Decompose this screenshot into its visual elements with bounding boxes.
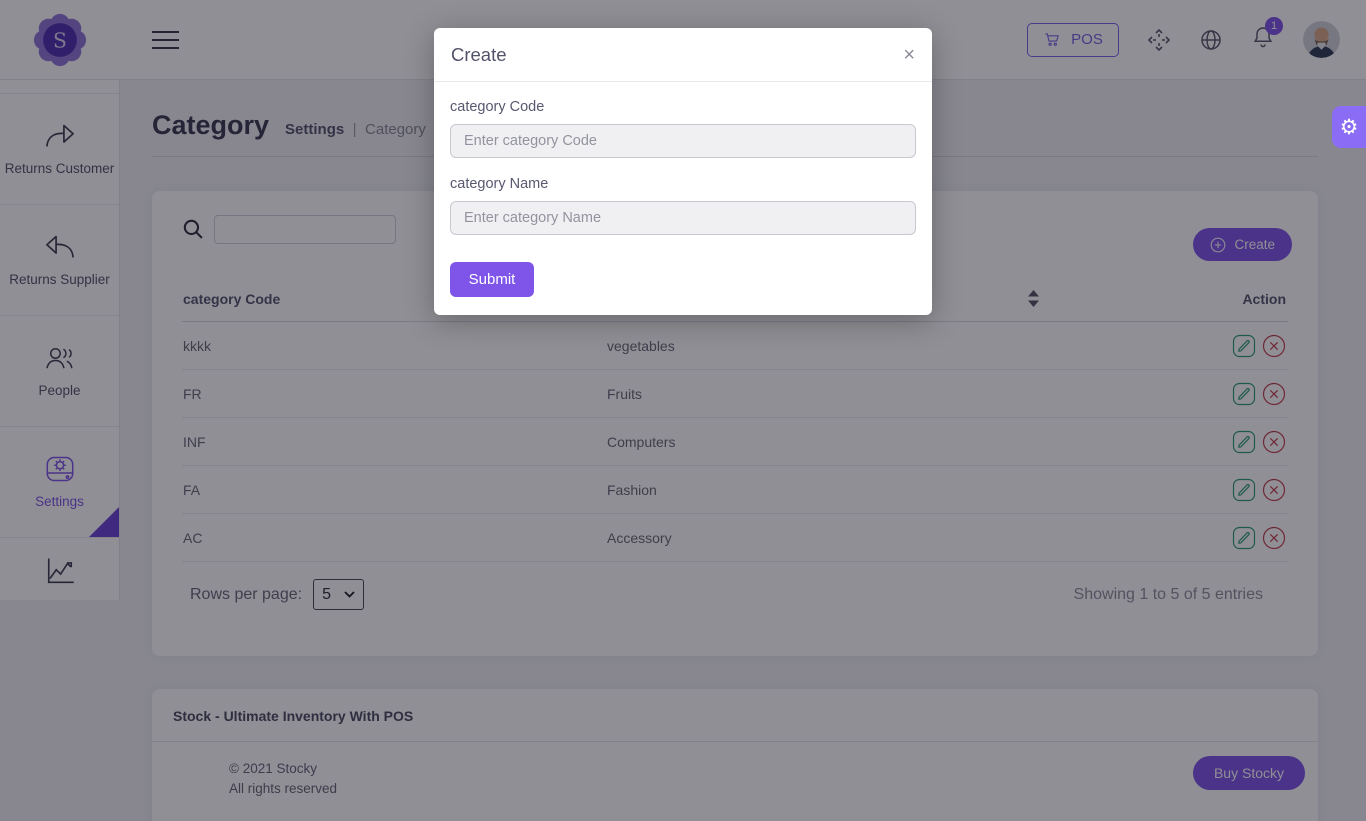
create-category-modal: Create × category Code category Name Sub… bbox=[434, 28, 932, 315]
submit-button[interactable]: Submit bbox=[450, 262, 534, 297]
modal-title: Create bbox=[451, 44, 507, 66]
modal-body: category Code category Name Submit bbox=[434, 82, 932, 315]
customizer-gear-button[interactable]: ⚙ bbox=[1332, 106, 1366, 148]
close-icon[interactable]: × bbox=[903, 45, 915, 65]
gear-icon: ⚙ bbox=[1340, 115, 1359, 140]
category-name-label: category Name bbox=[450, 176, 916, 192]
category-name-input[interactable] bbox=[450, 201, 916, 235]
modal-header: Create × bbox=[434, 28, 932, 82]
category-code-input[interactable] bbox=[450, 124, 916, 158]
category-code-label: category Code bbox=[450, 99, 916, 115]
